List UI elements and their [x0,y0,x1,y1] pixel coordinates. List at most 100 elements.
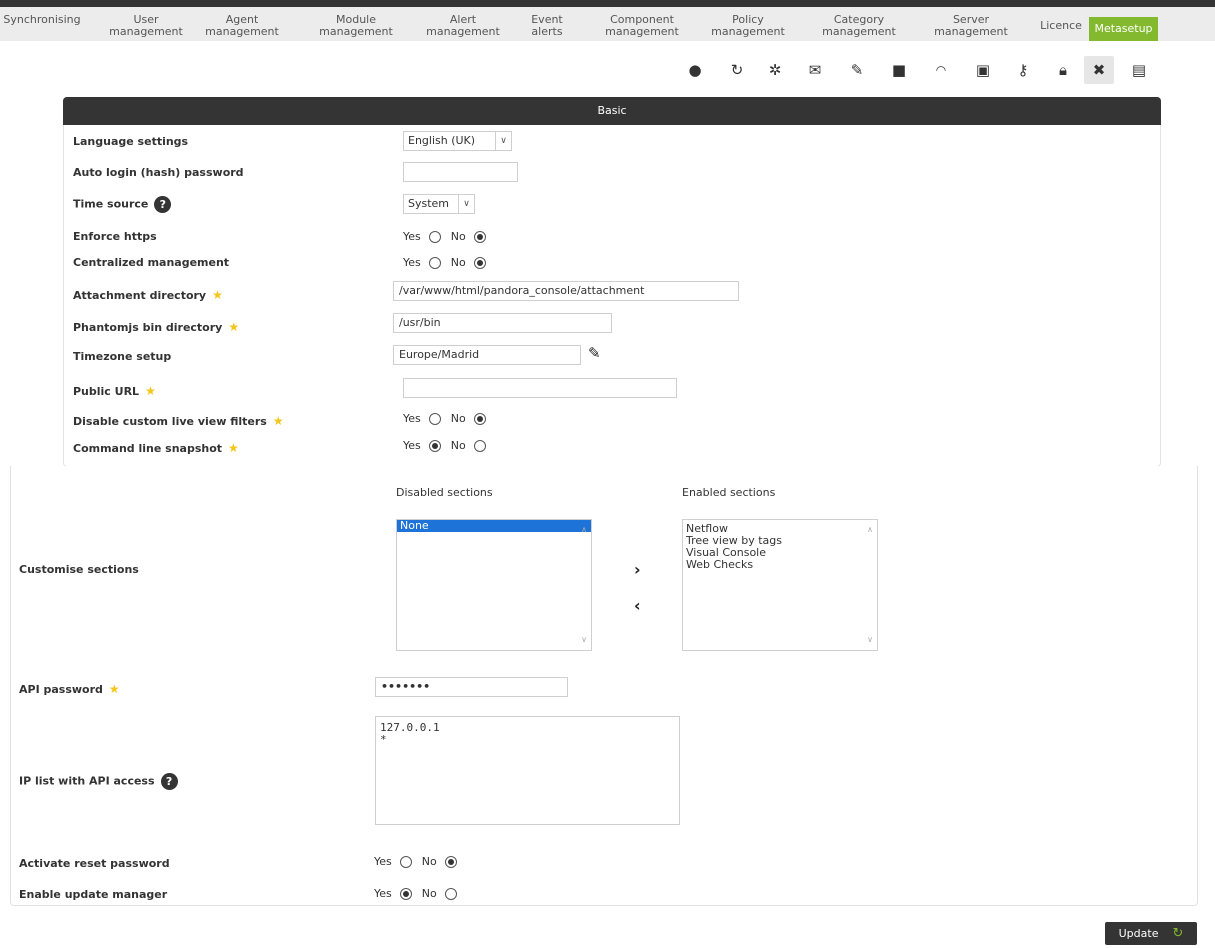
language-label: Language settings [73,135,189,148]
yes-label: Yes [403,230,421,243]
top-bar [0,0,1215,7]
nav-licence[interactable]: Licence [1036,7,1086,41]
cmd-snapshot-label: Command line snapshot ★ [73,441,239,455]
star-icon: ★ [145,384,156,398]
reset-password-no[interactable] [444,855,457,868]
timezone-label: Timezone setup [73,350,172,363]
cmd-snapshot-text: Command line snapshot [73,442,223,455]
disable-filters-no[interactable] [473,412,486,425]
help-icon[interactable]: ? [154,196,172,213]
ip-list-textarea[interactable]: 127.0.0.1 * [375,716,680,825]
tools-icon[interactable]: ✖ [1084,56,1114,84]
star-icon: ★ [228,441,239,455]
reset-password-radio-group: Yes No [374,855,467,868]
list-item[interactable]: Web Checks [683,559,877,571]
update-button[interactable]: Update ↻ [1105,922,1197,945]
nav-category-management[interactable]: Category management [810,7,908,41]
nav-agent-management[interactable]: Agent management [198,7,286,41]
folder-icon[interactable]: ■ [884,56,914,84]
mail-icon[interactable]: ✉ [800,56,830,84]
phantomjs-input[interactable]: /usr/bin [393,313,612,333]
star-icon: ★ [108,682,120,696]
nav-server-management[interactable]: Server management [924,7,1018,41]
update-manager-yes[interactable] [399,887,412,900]
lock-icon[interactable]: 🔒︎ [1048,56,1078,84]
enabled-sections-list[interactable]: Netflow Tree view by tags Visual Console… [682,519,878,651]
scrollbar[interactable]: ∧ ∨ [577,520,591,650]
cmd-snapshot-no[interactable] [473,439,486,452]
api-password-input[interactable]: ••••••• [375,677,568,697]
move-left-arrow-icon[interactable]: ‹ [634,596,641,615]
language-select[interactable]: English (UK) ∨ [403,131,512,151]
sync-icon[interactable]: ↻ [722,56,752,84]
nav-alert-management[interactable]: Alert management [420,7,506,41]
nav-event-alerts[interactable]: Event alerts [522,7,572,41]
cmd-snapshot-yes[interactable] [428,439,441,452]
nav-module-management[interactable]: Module management [312,7,400,41]
yes-label: Yes [374,855,392,868]
report-icon[interactable]: ▤ [1124,56,1154,84]
timezone-input[interactable]: Europe/Madrid [393,345,581,365]
attachment-input[interactable]: /var/www/html/pandora_console/attachment [393,281,739,301]
map-marker-icon[interactable]: ● [680,56,710,84]
enforce-https-no[interactable] [473,230,486,243]
move-right-arrow-icon[interactable]: › [634,560,641,579]
help-icon[interactable]: ? [160,773,178,790]
gauge-icon[interactable]: ◠ [926,56,956,84]
update-button-label: Update [1118,927,1159,940]
public-url-input[interactable] [403,378,677,398]
phantomjs-label: Phantomjs bin directory ★ [73,320,239,334]
gear-icon[interactable]: ✲ [760,56,790,84]
autologin-label: Auto login (hash) password [73,166,244,179]
star-icon: ★ [212,288,223,302]
no-label: No [450,439,466,452]
edit-icon[interactable]: ✎ [842,56,872,84]
update-manager-no[interactable] [444,887,457,900]
reset-password-yes[interactable] [399,855,412,868]
ip-list-text: IP list with API access [19,774,155,788]
no-label: No [450,256,466,269]
yes-label: Yes [403,256,421,269]
enabled-sections-title: Enabled sections [682,486,776,499]
nav-policy-management[interactable]: Policy management [702,7,794,41]
attachment-label: Attachment directory ★ [73,288,223,302]
phantomjs-text: Phantomjs bin directory [73,321,223,334]
chart-icon[interactable]: ▣ [968,56,998,84]
list-item[interactable]: None [397,520,591,532]
enforce-https-radio-group: Yes No [403,230,496,243]
chevron-down-icon: ∨ [495,132,511,150]
scrollbar[interactable]: ∧ ∨ [863,520,877,650]
public-url-label: Public URL ★ [73,384,156,398]
centralized-no[interactable] [473,256,486,269]
centralized-radio-group: Yes No [403,256,496,269]
time-source-value: System [408,197,450,210]
update-manager-label: Enable update manager [19,888,168,901]
disabled-sections-list[interactable]: None ∧ ∨ [396,519,592,651]
star-icon: ★ [272,414,284,428]
attachment-text: Attachment directory [73,289,207,302]
autologin-input[interactable] [403,162,518,182]
disable-filters-text: Disable custom live view filters [73,415,267,428]
customise-sections-label: Customise sections [19,563,139,576]
yes-label: Yes [403,412,421,425]
key-icon[interactable]: ⚷ [1008,56,1038,84]
enforce-https-label: Enforce https [73,230,157,243]
time-source-select[interactable]: System ∨ [403,194,475,214]
time-source-label: Time source? [73,196,172,213]
enforce-https-yes[interactable] [428,230,441,243]
chevron-down-icon: ∨ [458,195,474,213]
nav-component-management[interactable]: Component management [598,7,686,41]
no-label: No [450,230,466,243]
advanced-panel [10,466,1198,906]
nav-synchronising[interactable]: Synchronising [0,7,84,41]
centralized-yes[interactable] [428,256,441,269]
pencil-icon[interactable]: ✎ [588,344,601,362]
nav-metasetup[interactable]: Metasetup [1089,17,1158,41]
disable-filters-yes[interactable] [428,412,441,425]
api-password-text: API password [19,683,103,696]
yes-label: Yes [374,887,392,900]
refresh-icon: ↻ [1172,926,1184,941]
nav-user-management[interactable]: User management [104,7,188,41]
disable-filters-label: Disable custom live view filters ★ [73,414,284,428]
reset-password-label: Activate reset password [19,857,170,870]
